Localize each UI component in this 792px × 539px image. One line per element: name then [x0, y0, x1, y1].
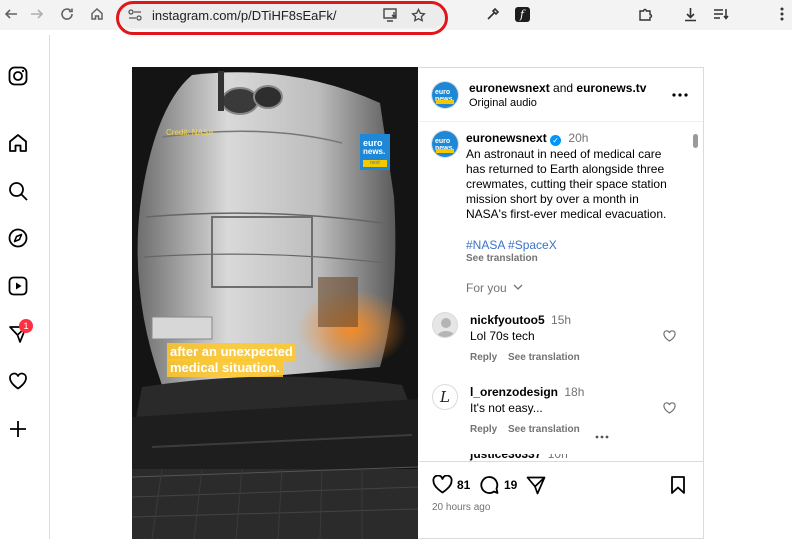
- comment-user-link[interactable]: l_orenzodesign: [470, 385, 558, 399]
- eyedropper-icon[interactable]: [482, 3, 504, 25]
- comment-header: l_orenzodesign 18h: [470, 385, 584, 399]
- comment-header: justice36337 10h: [470, 454, 568, 461]
- comments-count[interactable]: 19: [504, 478, 517, 492]
- comment-time: 10h: [547, 454, 568, 461]
- instagram-nav-rail: 1: [0, 35, 50, 539]
- verified-badge-icon: ✓: [550, 135, 562, 146]
- caption-author-link[interactable]: euronewsnext: [466, 131, 547, 145]
- create-plus-icon[interactable]: [6, 417, 30, 441]
- chevron-down-icon: [513, 284, 523, 290]
- comment-time: 15h: [551, 313, 572, 327]
- browser-toolbar: instagram.com/p/DTiHF8sEaFk/ f: [0, 0, 792, 35]
- like-heart-icon[interactable]: [432, 474, 453, 499]
- forward-arrow-icon[interactable]: [26, 3, 48, 25]
- notifications-heart-icon[interactable]: [6, 369, 30, 393]
- comment-header: nickfyoutoo5 15h: [470, 313, 571, 327]
- reading-list-icon[interactable]: [710, 3, 732, 25]
- back-arrow-icon[interactable]: [0, 3, 22, 25]
- author-avatar[interactable]: euronews.: [431, 81, 459, 109]
- caption-see-translation[interactable]: See translation: [466, 253, 538, 264]
- coauthor-link[interactable]: euronews.tv: [576, 81, 646, 95]
- caption-line: mission short by over a month in: [466, 192, 639, 206]
- home-nav-icon[interactable]: [6, 131, 30, 155]
- download-icon[interactable]: [679, 3, 701, 25]
- caption-line: crewmates, cutting their space station: [466, 177, 667, 191]
- comment-more-icon[interactable]: [595, 426, 609, 444]
- comment-avatar[interactable]: L: [432, 384, 458, 410]
- actions-divider: [419, 461, 703, 462]
- avatar-initial-l: L: [440, 388, 450, 406]
- caption-header: euronewsnext ✓ 20h: [466, 131, 588, 146]
- euronews-watermark: euro news. next: [360, 134, 390, 170]
- comment-like-heart-icon[interactable]: [663, 329, 676, 347]
- caption-line: NASA's first-ever medical evacuation.: [466, 207, 667, 221]
- caption-line: has returned to Earth alongside three: [466, 162, 665, 176]
- messages-badge: 1: [19, 319, 33, 333]
- reload-icon[interactable]: [56, 3, 78, 25]
- bookmark-star-icon[interactable]: [410, 7, 426, 23]
- subtitle-line-2: medical situation.: [167, 359, 283, 377]
- watermark-news: news.: [363, 147, 386, 156]
- caption-time: 20h: [568, 131, 589, 145]
- post-timestamp[interactable]: 20 hours ago: [432, 502, 490, 513]
- comment-time: 18h: [564, 385, 585, 399]
- header-divider: [419, 121, 703, 122]
- address-bar[interactable]: instagram.com/p/DTiHF8sEaFk/: [119, 3, 445, 28]
- comments-scrollbar[interactable]: [693, 134, 698, 148]
- caption-avatar[interactable]: euronews.: [431, 130, 459, 158]
- original-audio-link[interactable]: Original audio: [469, 97, 537, 109]
- reels-nav-icon[interactable]: [6, 274, 30, 298]
- comment-text: It's not easy...: [470, 401, 543, 415]
- post-video[interactable]: Credit: NASA euro news. next after an un…: [132, 67, 418, 539]
- for-you-label: For you: [466, 281, 507, 295]
- comment-like-heart-icon[interactable]: [663, 401, 676, 419]
- reply-button[interactable]: Reply: [470, 424, 497, 435]
- search-nav-icon[interactable]: [6, 179, 30, 203]
- install-app-icon[interactable]: [383, 7, 399, 23]
- caption-text: An astronaut in need of medical care has…: [466, 147, 667, 222]
- extensions-puzzle-icon[interactable]: [634, 3, 656, 25]
- caption-line: An astronaut in need of medical care: [466, 147, 662, 161]
- author-link[interactable]: euronewsnext: [469, 81, 550, 95]
- post-side-panel: euronews. euronewsnext and euronews.tv O…: [419, 67, 704, 539]
- site-info-icon[interactable]: [127, 7, 143, 23]
- author-joiner: and: [553, 81, 574, 95]
- save-bookmark-icon[interactable]: [670, 475, 686, 500]
- menu-kebab-icon[interactable]: [771, 3, 792, 25]
- comment-see-translation[interactable]: See translation: [508, 352, 580, 363]
- font-extension-icon[interactable]: f: [511, 3, 533, 25]
- post-header-authors: euronewsnext and euronews.tv: [469, 81, 646, 95]
- comment-see-translation[interactable]: See translation: [508, 424, 580, 435]
- explore-nav-icon[interactable]: [6, 226, 30, 250]
- more-options-icon[interactable]: [672, 84, 688, 102]
- comment-actions: Reply See translation: [470, 424, 580, 435]
- reply-button[interactable]: Reply: [470, 352, 497, 363]
- home-icon[interactable]: [86, 3, 108, 25]
- url-text[interactable]: instagram.com/p/DTiHF8sEaFk/: [152, 8, 336, 23]
- watermark-tag: next: [363, 160, 387, 167]
- likes-count[interactable]: 81: [457, 478, 470, 492]
- comment-text: Lol 70s tech: [470, 329, 535, 343]
- share-icon[interactable]: [526, 475, 546, 500]
- comment-user-link[interactable]: justice36337: [470, 454, 541, 461]
- comment-bubble-icon[interactable]: [479, 475, 499, 500]
- comment-user-link[interactable]: nickfyoutoo5: [470, 313, 545, 327]
- video-credit: Credit: NASA: [166, 128, 214, 137]
- for-you-dropdown[interactable]: For you: [466, 281, 523, 295]
- caption-hashtags[interactable]: #NASA #SpaceX: [466, 238, 557, 252]
- comment-actions: Reply See translation: [470, 352, 580, 363]
- instagram-logo-icon[interactable]: [6, 64, 30, 88]
- comment-clip: justice36337 10h: [419, 454, 703, 461]
- comment-avatar[interactable]: [432, 312, 458, 338]
